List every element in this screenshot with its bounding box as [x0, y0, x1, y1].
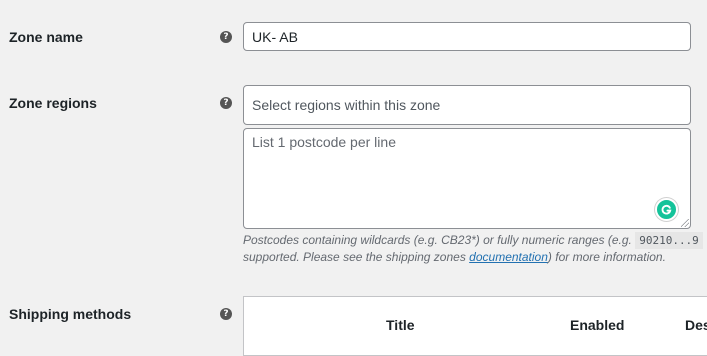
- resize-grip-icon[interactable]: [681, 219, 689, 227]
- description-code: 90210...9: [635, 232, 703, 249]
- zone-name-label: Zone name: [9, 29, 83, 45]
- zone-name-input[interactable]: UK- AB: [243, 22, 691, 51]
- shipping-methods-help-icon[interactable]: ?: [220, 308, 232, 320]
- zone-name-value: UK- AB: [252, 28, 298, 45]
- shipping-methods-label: Shipping methods: [9, 306, 132, 322]
- postcodes-description-line2: supported. Please see the shipping zones…: [243, 250, 666, 264]
- column-header-enabled[interactable]: Enabled: [570, 317, 624, 333]
- grammarly-icon[interactable]: [655, 198, 678, 221]
- postcodes-description-line1: Postcodes containing wildcards (e.g. CB2…: [243, 232, 703, 249]
- zone-regions-select[interactable]: Select regions within this zone: [243, 85, 691, 125]
- column-header-title[interactable]: Title: [386, 317, 415, 333]
- postcodes-textarea[interactable]: List 1 postcode per line: [243, 128, 691, 229]
- column-header-description[interactable]: Des: [685, 317, 707, 333]
- zone-regions-label: Zone regions: [9, 95, 97, 111]
- documentation-link[interactable]: documentation: [469, 250, 548, 264]
- zone-regions-placeholder: Select regions within this zone: [252, 97, 441, 113]
- shipping-methods-table: Title Enabled Des: [243, 296, 707, 356]
- postcodes-placeholder: List 1 postcode per line: [252, 134, 396, 150]
- zone-name-help-icon[interactable]: ?: [220, 31, 232, 43]
- description-text: ) for more information.: [547, 250, 666, 264]
- description-text: supported. Please see the shipping zones: [243, 250, 466, 264]
- zone-regions-help-icon[interactable]: ?: [220, 97, 232, 109]
- description-text: Postcodes containing wildcards (e.g. CB2…: [243, 233, 632, 247]
